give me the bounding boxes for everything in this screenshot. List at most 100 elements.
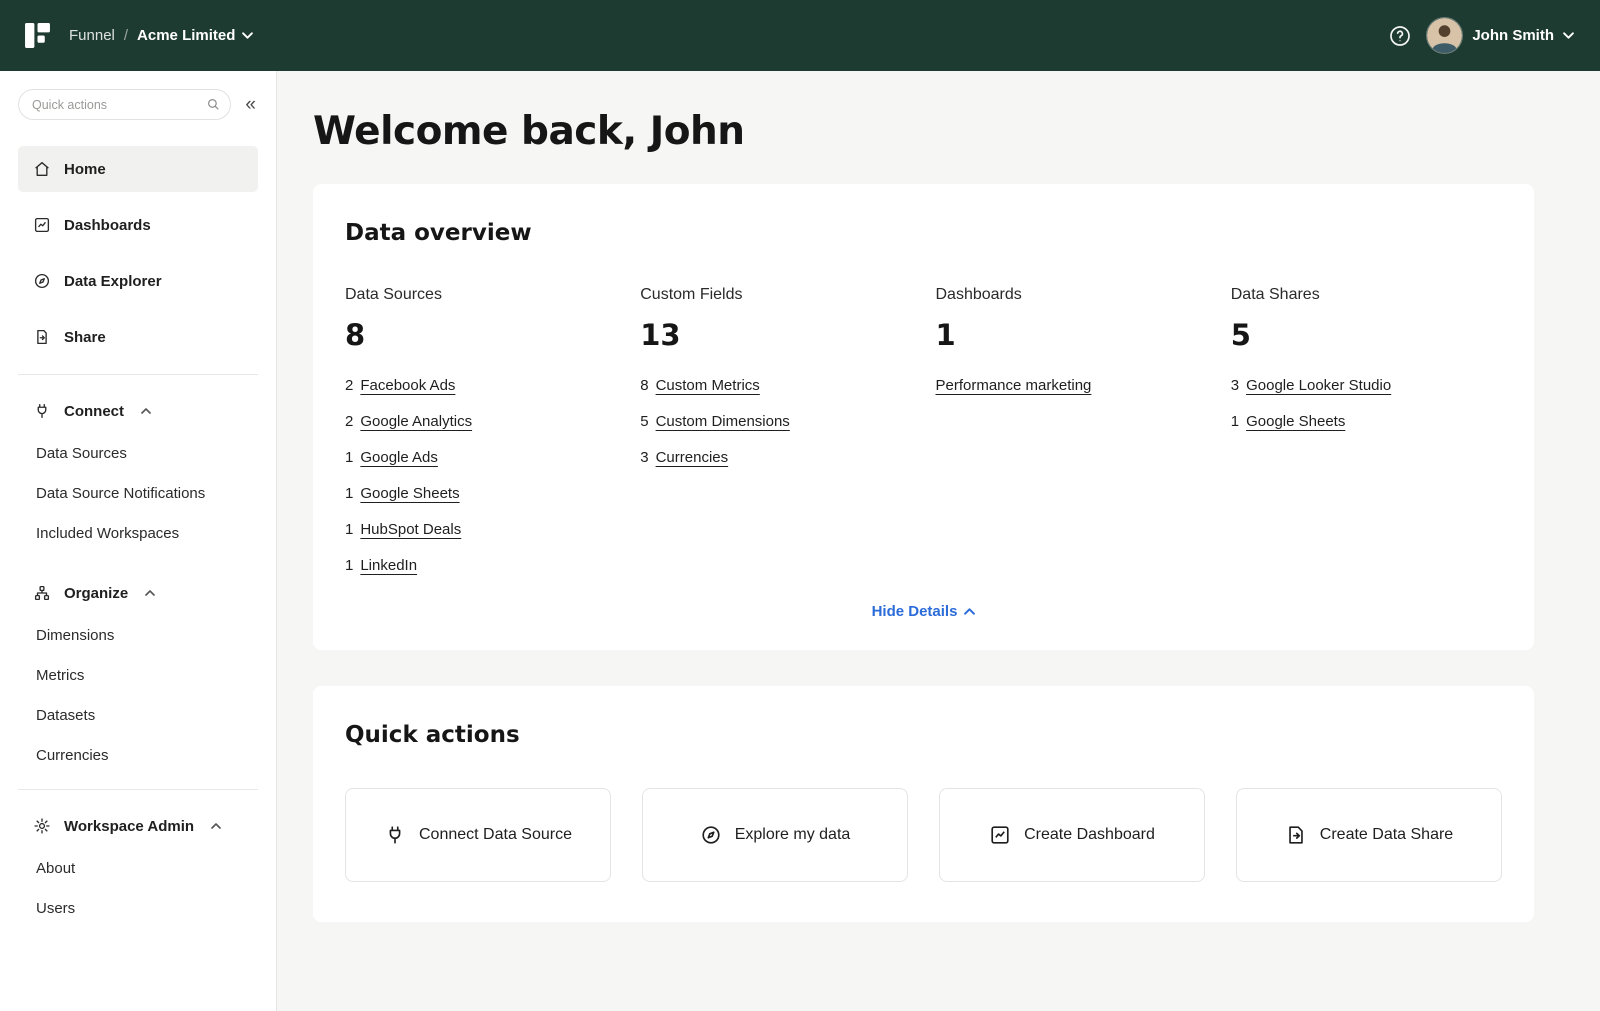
overview-link[interactable]: 8 Custom Metrics <box>640 377 911 394</box>
organize-icon <box>33 584 51 602</box>
sidebar-item-label: Dashboards <box>64 217 151 234</box>
sidebar-item-data-source-notifications[interactable]: Data Source Notifications <box>0 473 276 513</box>
link-count: 3 <box>640 449 648 466</box>
overview-grid: Data Sources 8 2Facebook Ads 2 Google Ana… <box>345 286 1502 593</box>
sidebar-item-label: Share <box>64 329 106 346</box>
sidebar: « Home Dashboards Data Explorer Share <box>0 71 277 1011</box>
chevron-up-icon <box>141 408 151 414</box>
link-count: 1 <box>345 521 353 538</box>
compass-icon <box>33 272 51 290</box>
overview-column-data-sources: Data Sources 8 2Facebook Ads 2 Google Ana… <box>345 286 616 593</box>
create-data-share-button[interactable]: Create Data Share <box>1236 788 1502 882</box>
workspace-name: Acme Limited <box>137 27 235 44</box>
overview-link[interactable]: 1 HubSpot Deals <box>345 521 616 538</box>
divider <box>18 789 258 790</box>
column-count: 5 <box>1231 318 1502 352</box>
overview-link[interactable]: 2Facebook Ads <box>345 377 616 394</box>
gear-icon <box>33 817 51 835</box>
column-label: Data Shares <box>1231 286 1502 304</box>
link-count: 1 <box>345 557 353 574</box>
sidebar-item-home[interactable]: Home <box>18 146 258 192</box>
column-label: Dashboards <box>936 286 1207 304</box>
quick-action-label: Create Dashboard <box>1024 826 1155 844</box>
overview-column-dashboards: Dashboards 1 Performance marketing <box>936 286 1207 593</box>
overview-column-data-shares: Data Shares 5 3 Google Looker Studio 1 Goo… <box>1231 286 1502 593</box>
hide-details-label: Hide Details <box>872 603 958 620</box>
link-count: 3 <box>1231 377 1239 394</box>
sidebar-section-connect: Connect Data Sources Data Source Notific… <box>0 389 276 553</box>
link-label: HubSpot Deals <box>360 521 461 538</box>
quick-actions-card: Quick actions Connect Data Source Explor… <box>313 686 1534 922</box>
link-count: 1 <box>1231 413 1239 430</box>
link-label: Google Analytics <box>360 413 472 430</box>
sidebar-collapse-icon[interactable]: « <box>241 93 260 116</box>
overview-link[interactable]: Performance marketing <box>936 377 1207 394</box>
create-dashboard-button[interactable]: Create Dashboard <box>939 788 1205 882</box>
sidebar-item-included-workspaces[interactable]: Included Workspaces <box>0 513 276 553</box>
funnel-logo-icon[interactable] <box>24 22 51 49</box>
help-icon[interactable] <box>1388 24 1412 48</box>
card-title: Quick actions <box>345 722 1502 748</box>
sidebar-item-metrics[interactable]: Metrics <box>0 655 276 695</box>
sidebar-item-users[interactable]: Users <box>0 888 276 928</box>
data-overview-card: Data overview Data Sources 8 2Facebook A… <box>313 184 1534 650</box>
quick-action-label: Connect Data Source <box>419 826 572 844</box>
sidebar-item-label: Data Explorer <box>64 273 162 290</box>
link-count: 2 <box>345 413 353 430</box>
sidebar-item-dashboards[interactable]: Dashboards <box>18 202 258 248</box>
overview-link[interactable]: 1 LinkedIn <box>345 557 616 574</box>
card-title: Data overview <box>345 220 1502 246</box>
overview-link[interactable]: 3 Google Looker Studio <box>1231 377 1502 394</box>
divider <box>18 374 258 375</box>
link-label: LinkedIn <box>360 557 417 574</box>
sidebar-item-dimensions[interactable]: Dimensions <box>0 615 276 655</box>
overview-link[interactable]: 3Currencies <box>640 449 911 466</box>
connect-data-source-button[interactable]: Connect Data Source <box>345 788 611 882</box>
section-header-workspace-admin[interactable]: Workspace Admin <box>0 804 276 848</box>
overview-link[interactable]: 1 Google Sheets <box>1231 413 1502 430</box>
link-count: 8 <box>640 377 648 394</box>
chevron-up-icon <box>145 590 155 596</box>
chevron-up-icon <box>211 823 221 829</box>
sidebar-item-datasets[interactable]: Datasets <box>0 695 276 735</box>
chevron-up-icon <box>964 608 975 615</box>
overview-column-custom-fields: Custom Fields 13 8Custom Metrics 5Custom… <box>640 286 911 593</box>
link-label: Google Looker Studio <box>1246 377 1391 394</box>
link-count: 5 <box>640 413 648 430</box>
breadcrumb: Funnel / Acme Limited <box>69 27 253 44</box>
sidebar-item-currencies[interactable]: Currencies <box>0 735 276 775</box>
overview-link[interactable]: 1Google Ads <box>345 449 616 466</box>
section-header-organize[interactable]: Organize <box>0 571 276 615</box>
overview-link[interactable]: 2 Google Analytics <box>345 413 616 430</box>
sidebar-item-about[interactable]: About <box>0 848 276 888</box>
breadcrumb-app-name[interactable]: Funnel <box>69 27 115 44</box>
compass-icon <box>700 824 722 846</box>
topbar-right: John Smith <box>1388 17 1574 54</box>
quick-action-label: Explore my data <box>735 826 851 844</box>
sidebar-item-data-explorer[interactable]: Data Explorer <box>18 258 258 304</box>
sidebar-item-share[interactable]: Share <box>18 314 258 360</box>
workspace-selector[interactable]: Acme Limited <box>137 27 253 44</box>
file-export-icon <box>1285 824 1307 846</box>
link-label: Custom Metrics <box>656 377 760 394</box>
user-menu[interactable]: John Smith <box>1426 17 1574 54</box>
column-count: 1 <box>936 318 1207 352</box>
search-input[interactable] <box>18 89 231 120</box>
sidebar-item-label: Home <box>64 161 106 178</box>
overview-link[interactable]: 5 Custom Dimensions <box>640 413 911 430</box>
page-title: Welcome back, John <box>313 109 1534 154</box>
user-name: John Smith <box>1472 27 1554 44</box>
section-header-connect[interactable]: Connect <box>0 389 276 433</box>
explore-my-data-button[interactable]: Explore my data <box>642 788 908 882</box>
column-label: Data Sources <box>345 286 616 304</box>
chevron-down-icon <box>242 32 253 39</box>
hide-details-button[interactable]: Hide Details <box>345 603 1502 620</box>
section-label: Organize <box>64 585 128 602</box>
link-label: Custom Dimensions <box>656 413 790 430</box>
overview-link[interactable]: 1Google Sheets <box>345 485 616 502</box>
avatar <box>1426 17 1463 54</box>
sidebar-item-data-sources[interactable]: Data Sources <box>0 433 276 473</box>
home-icon <box>33 160 51 178</box>
column-count: 8 <box>345 318 616 352</box>
link-label: Google Sheets <box>1246 413 1345 430</box>
